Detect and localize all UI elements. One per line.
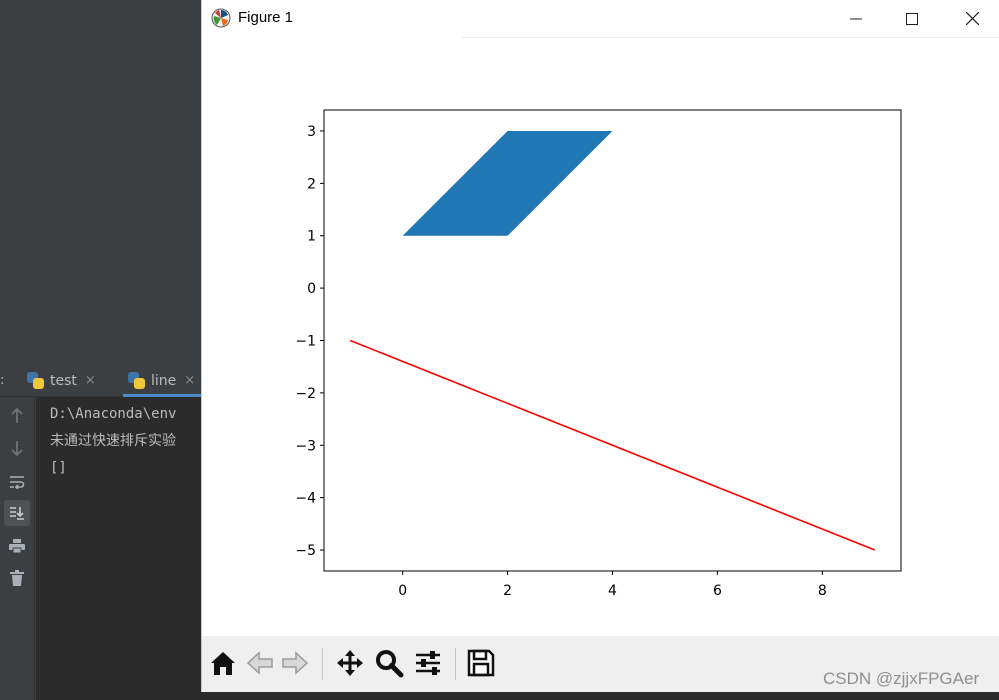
configure-subplots-icon xyxy=(416,651,440,675)
trash-icon[interactable] xyxy=(4,565,30,591)
plot-canvas[interactable]: 0 2 4 6 8 3 2 1 0 −1 −2 −3 −4 −5 xyxy=(202,38,999,636)
watermark: CSDN @zjjxFPGAer xyxy=(823,669,980,688)
pan-button[interactable] xyxy=(332,645,368,681)
configure-subplots-button[interactable] xyxy=(410,645,446,681)
axes-frame xyxy=(323,109,902,572)
save-button[interactable] xyxy=(463,645,499,681)
y-tick-label: −2 xyxy=(295,386,316,402)
python-icon xyxy=(27,372,44,389)
tab-line[interactable]: line × xyxy=(128,364,195,397)
toolbar-separator xyxy=(322,648,323,680)
tab-test-close-icon[interactable]: × xyxy=(85,373,96,388)
back-button[interactable] xyxy=(242,645,278,681)
tab-line-label: line xyxy=(151,372,177,389)
home-icon xyxy=(211,652,235,675)
y-tick-label: 0 xyxy=(307,281,316,297)
x-tick-label: 4 xyxy=(608,583,617,599)
close-icon xyxy=(965,12,979,25)
y-tick-label: −4 xyxy=(295,491,316,507)
save-icon xyxy=(467,649,495,677)
x-tick-label: 2 xyxy=(503,583,512,599)
tab-test[interactable]: test × xyxy=(27,364,96,397)
soft-wrap-icon[interactable] xyxy=(4,469,30,495)
console-line: 未通过快速排斥实验 xyxy=(50,433,176,449)
parallelogram-patch xyxy=(402,130,613,236)
scroll-to-end-icon[interactable] xyxy=(4,500,30,526)
minimize-button[interactable] xyxy=(826,0,886,37)
run-toolbar xyxy=(0,397,35,700)
figure-window: Figure 1 0 2 4 6 8 3 2 1 0 −1 −2 −3 −4 −5 xyxy=(201,0,999,692)
home-button[interactable] xyxy=(205,645,241,681)
zoom-icon xyxy=(376,650,404,678)
console-line: [] xyxy=(50,460,67,476)
desktop-strip xyxy=(201,692,999,700)
x-tick-label: 8 xyxy=(818,583,827,599)
toolbar-separator xyxy=(455,648,456,680)
python-icon xyxy=(128,372,145,389)
y-tick-label: 1 xyxy=(307,229,316,245)
zoom-button[interactable] xyxy=(371,645,407,681)
forward-icon xyxy=(282,651,309,675)
y-tick-label: 2 xyxy=(307,176,316,192)
x-tick-label: 0 xyxy=(398,583,407,599)
maximize-button[interactable] xyxy=(882,0,942,37)
print-icon[interactable] xyxy=(4,533,30,559)
back-icon xyxy=(246,651,273,675)
pan-icon xyxy=(337,650,363,676)
forward-button[interactable] xyxy=(277,645,313,681)
x-tick-label: 6 xyxy=(713,583,722,599)
series-line-0 xyxy=(349,339,876,551)
close-button[interactable] xyxy=(942,0,999,37)
y-tick-label: −1 xyxy=(295,334,316,350)
minimize-icon xyxy=(850,18,862,19)
y-tick-label: 3 xyxy=(307,124,316,140)
console-line: D:\Anaconda\env xyxy=(50,406,177,422)
y-tick-label: −5 xyxy=(295,543,316,559)
arrow-down-icon[interactable] xyxy=(4,435,30,461)
console-output: D:\Anaconda\env 未通过快速排斥实验 [] xyxy=(36,397,202,700)
tab-test-label: test xyxy=(50,372,77,389)
window-titlebar[interactable]: Figure 1 xyxy=(202,0,999,37)
window-title: Figure 1 xyxy=(238,9,294,26)
arrow-up-icon[interactable] xyxy=(4,403,30,429)
tab-line-close-icon[interactable]: × xyxy=(184,373,195,388)
tab-bar-marker: : xyxy=(0,373,5,388)
ide-window: : test × line × D:\Anaconda\env 未通过快速排斥实… xyxy=(0,0,202,700)
maximize-icon xyxy=(906,12,918,25)
matplotlib-icon xyxy=(211,8,231,28)
run-tab-bar: : test × line × xyxy=(0,364,202,397)
y-tick-label: −3 xyxy=(295,438,316,454)
